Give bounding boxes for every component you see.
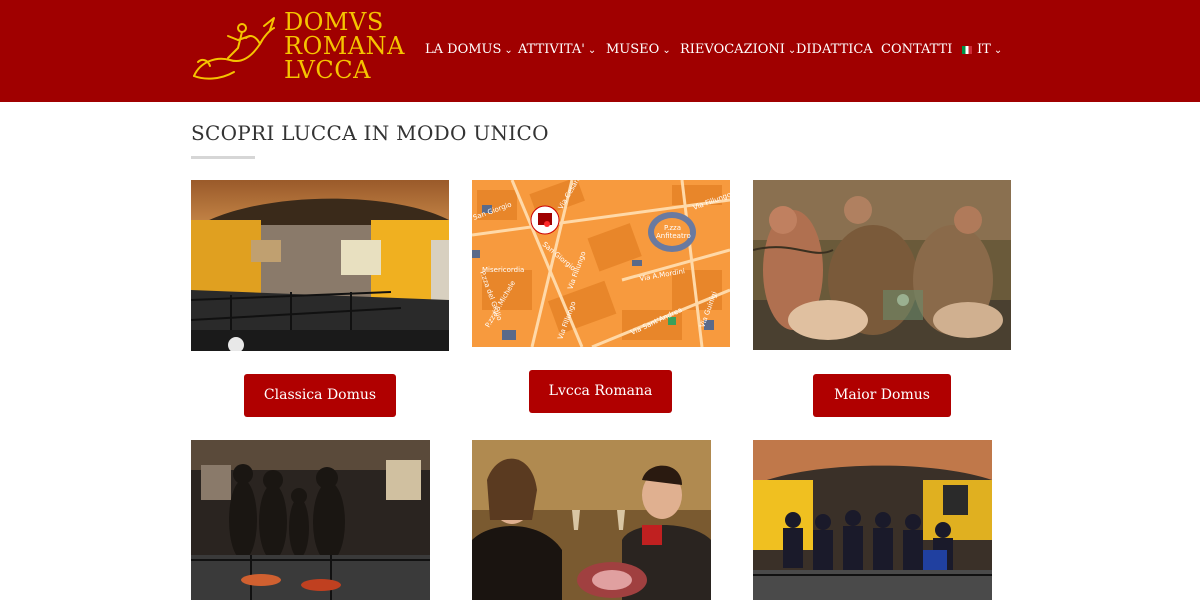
- logo-line: LVCCA: [284, 56, 371, 84]
- nav-item-label: RIEVOCAZIONI: [680, 42, 785, 57]
- dolphin-rider-icon: [193, 17, 275, 80]
- svg-text:Misericordia: Misericordia: [482, 266, 524, 274]
- nav-item-attivita[interactable]: ATTIVITA' ⌄: [518, 42, 596, 57]
- italian-flag-icon: [962, 45, 972, 54]
- button-label: Maior Domus: [834, 387, 930, 403]
- svg-text:Anfiteatro: Anfiteatro: [656, 232, 691, 240]
- nav-item-rievocazioni[interactable]: RIEVOCAZIONI ⌄: [680, 42, 796, 57]
- chevron-down-icon: ⌄: [993, 45, 1003, 56]
- nav-item-museo[interactable]: MUSEO ⌄: [606, 42, 671, 57]
- nav-item-label: IT: [977, 42, 991, 57]
- site-logo[interactable]: DOMVS ROMANA LVCCA: [190, 10, 404, 90]
- title-divider: [191, 156, 255, 159]
- nav-item-didattica[interactable]: DIDATTICA: [796, 42, 873, 57]
- lucca-street-map[interactable]: P.zza Anfiteatro Via Cesare Battisti San…: [472, 180, 730, 347]
- classica-domus-button[interactable]: Classica Domus: [244, 374, 396, 417]
- nav-item-label: ATTIVITA': [518, 42, 585, 57]
- maior-domus-button[interactable]: Maior Domus: [813, 374, 951, 417]
- button-label: Classica Domus: [263, 387, 377, 403]
- couple-toasting-wine-photo[interactable]: [472, 440, 711, 600]
- section-title: SCOPRI LUCCA IN MODO UNICO: [191, 121, 549, 145]
- family-visitors-photo[interactable]: [191, 440, 430, 600]
- logo-line: DOMVS: [284, 8, 384, 36]
- site-header: DOMVS ROMANA LVCCA LA DOMUS ⌄ ATTIVITA' ⌄ …: [0, 0, 1200, 102]
- chevron-down-icon: ⌄: [587, 45, 597, 56]
- language-selector[interactable]: IT ⌄: [962, 42, 1002, 57]
- nav-item-label: CONTATTI: [881, 42, 953, 57]
- svg-text:P.zza: P.zza: [664, 224, 681, 232]
- roman-fresco-painting[interactable]: [753, 180, 1011, 350]
- nav-item-la-domus[interactable]: LA DOMUS ⌄: [425, 42, 513, 57]
- underground-museum-room-photo[interactable]: [191, 180, 449, 351]
- logo-wordmark: DOMVS ROMANA LVCCA: [284, 10, 405, 82]
- logo-line: ROMANA: [284, 32, 405, 60]
- lvcca-romana-button[interactable]: Lvcca Romana: [529, 370, 672, 413]
- nav-item-label: MUSEO: [606, 42, 660, 57]
- group-of-students-photo[interactable]: [753, 440, 992, 600]
- nav-item-label: DIDATTICA: [796, 42, 873, 57]
- nav-item-label: LA DOMUS: [425, 42, 502, 57]
- button-label: Lvcca Romana: [548, 383, 653, 399]
- nav-item-contatti[interactable]: CONTATTI: [881, 42, 952, 57]
- chevron-down-icon: ⌄: [662, 45, 671, 56]
- chevron-down-icon: ⌄: [504, 45, 513, 56]
